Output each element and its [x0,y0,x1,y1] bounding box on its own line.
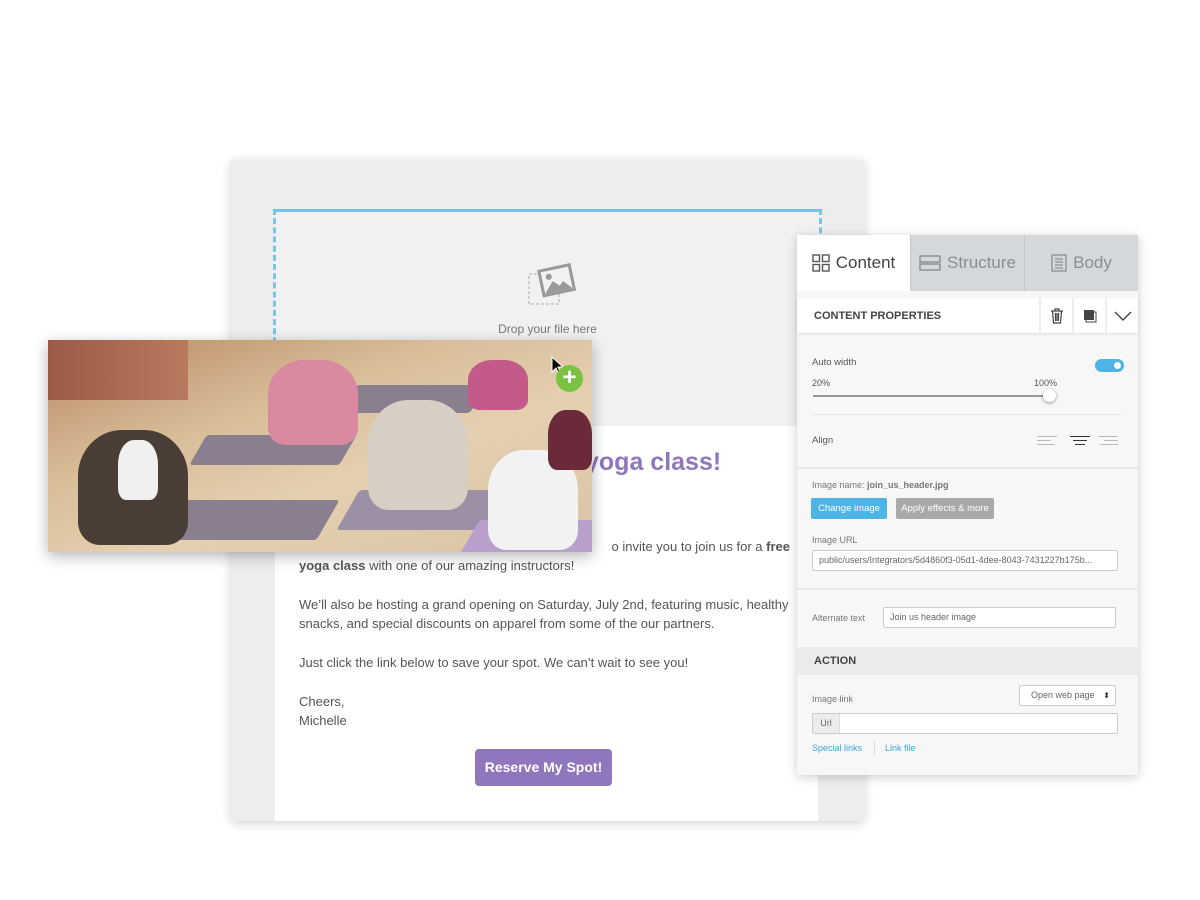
drop-text: Drop your file here [498,322,597,336]
para-bold: free [766,539,790,554]
email-paragraph-3[interactable]: Just click the link below to save your s… [299,653,789,672]
url-input[interactable]: Url [812,713,1118,734]
action-section-title: ACTION [797,647,1138,675]
slider-max-label: 100% [1034,378,1058,388]
content-properties-bar: CONTENT PROPERTIES [797,298,1138,333]
link-type-select[interactable]: Open web page ⬍ [1019,685,1116,706]
align-left-icon[interactable] [1037,436,1057,448]
tab-body[interactable]: Body [1024,235,1138,291]
change-image-button[interactable]: Change image [811,498,887,519]
width-slider-handle[interactable] [1043,389,1056,402]
add-plus-icon: + [556,365,583,392]
tab-label: Content [835,253,896,272]
image-placeholder-icon [528,263,576,305]
person [548,410,592,470]
person [268,360,358,445]
duplicate-icon [1083,309,1096,322]
image-url-input[interactable]: public/users/Integrators/5d4860f3-05d1-4… [812,550,1118,571]
divider [812,414,1121,415]
brick-wall [48,340,188,400]
para-text: o invite you to join us for a [611,539,767,554]
rows-icon [919,255,941,271]
image-name-value: join_us_header.jpg [867,480,949,490]
reserve-spot-button[interactable]: Reserve My Spot! [475,749,612,786]
link-type-value: Open web page [1031,690,1095,700]
panel-tabs: Content Structure Body [797,235,1138,291]
properties-panel: Content Structure Body CONTENT PROPERTIE… [797,235,1138,775]
align-label: Align [812,435,834,446]
body-icon [1051,254,1067,272]
image-link-label: Image link [812,694,854,704]
email-paragraph-1-end[interactable]: yoga class with one of our amazing instr… [299,556,789,575]
tab-structure[interactable]: Structure [910,235,1024,291]
tab-label: Structure [947,253,1016,272]
grid-icon [812,254,830,272]
divider [797,588,1138,590]
email-heading[interactable]: yoga class! [585,448,721,477]
section-title: CONTENT PROPERTIES [814,309,942,322]
divider [797,467,1138,469]
alt-text-label: Alternate text [812,613,866,623]
url-prefix: Url [813,714,840,733]
para-bold: yoga class [299,558,366,573]
trash-icon [1050,307,1063,324]
auto-width-label: Auto width [812,357,857,368]
link-file-link[interactable]: Link file [885,743,916,753]
align-right-icon[interactable] [1098,436,1118,448]
slider-min-label: 20% [812,378,831,388]
width-slider[interactable] [813,395,1053,397]
divider [874,741,875,755]
person [118,440,158,500]
align-center-icon[interactable] [1070,436,1090,448]
special-links-link[interactable]: Special links [812,743,862,753]
select-arrows-icon: ⬍ [1103,691,1110,700]
collapse-button[interactable] [1105,298,1138,333]
image-url-label: Image URL [812,535,858,545]
drop-zone-top-border [273,209,822,212]
delete-button[interactable] [1039,298,1072,333]
email-signoff[interactable]: Cheers, [299,692,789,711]
image-name: Image name: join_us_header.jpg [812,480,949,490]
auto-width-toggle[interactable] [1095,359,1124,372]
tab-label: Body [1073,253,1112,272]
image-name-label: Image name: [812,480,868,490]
duplicate-button[interactable] [1072,298,1105,333]
dragged-yoga-photo[interactable] [48,340,592,552]
para-text: with one of our amazing instructors! [365,558,575,573]
email-paragraph-2[interactable]: We’ll also be hosting a grand opening on… [299,595,789,633]
chevron-down-icon [1114,311,1131,321]
person [468,360,528,410]
person [368,400,468,510]
email-signature[interactable]: Michelle [299,711,789,730]
apply-effects-button[interactable]: Apply effects & more [896,498,994,519]
alt-text-input[interactable]: Join us header image [883,607,1116,628]
tab-content[interactable]: Content [797,235,910,291]
email-paragraph-1-partial[interactable]: o invite you to join us for a free [590,537,790,556]
